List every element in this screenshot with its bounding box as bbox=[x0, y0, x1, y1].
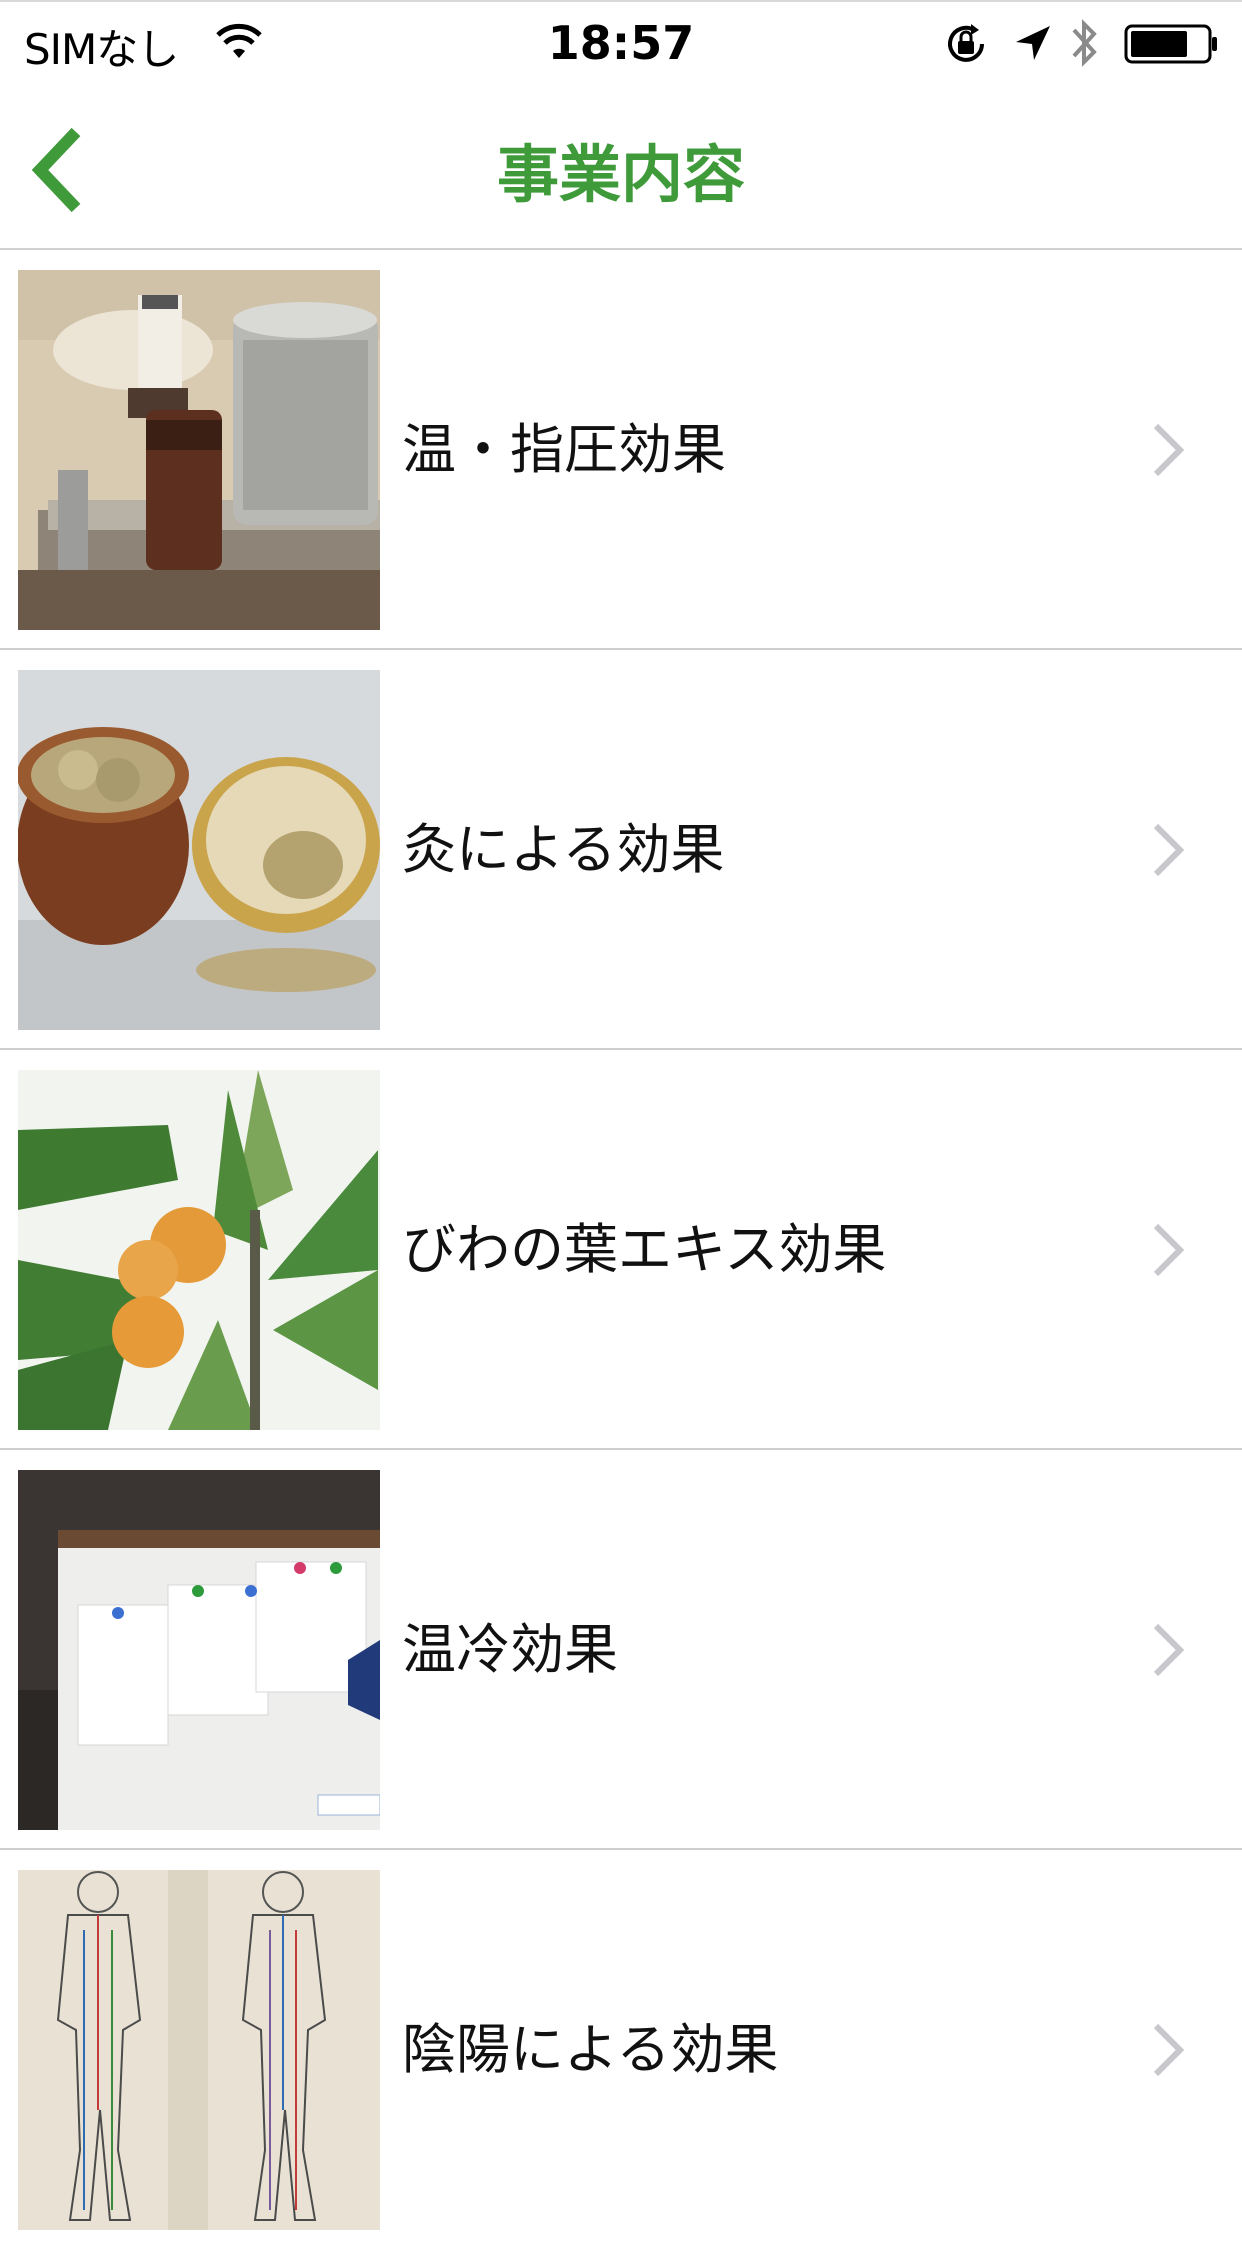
chevron-right-icon bbox=[1153, 823, 1185, 877]
list-item-label: 灸による効果 bbox=[402, 818, 725, 881]
service-list: 温・指圧効果 灸による効果 びわの葉エキス効果 温冷効果 陰陽による効果 bbox=[0, 250, 1242, 2250]
battery-icon bbox=[1124, 24, 1217, 64]
list-item-label: 温冷効果 bbox=[402, 1618, 618, 1681]
list-item[interactable]: 温冷効果 bbox=[0, 1450, 1242, 1850]
acupuncture-meridian-chart-photo bbox=[18, 1870, 380, 2230]
location-arrow-icon bbox=[1016, 26, 1050, 60]
list-item[interactable]: 灸による効果 bbox=[0, 650, 1242, 1050]
clock: 18:57 bbox=[547, 16, 695, 70]
list-item[interactable]: 陰陽による効果 bbox=[0, 1850, 1242, 2250]
navigation-bar: 事業内容 bbox=[0, 84, 1242, 250]
loquat-fruit-leaves-photo bbox=[18, 1070, 380, 1430]
chevron-right-icon bbox=[1153, 1223, 1185, 1277]
list-item[interactable]: びわの葉エキス効果 bbox=[0, 1050, 1242, 1450]
moxa-containers-photo bbox=[18, 670, 380, 1030]
orientation-lock-icon bbox=[948, 24, 984, 62]
page-title: 事業内容 bbox=[496, 138, 745, 211]
list-item[interactable]: 温・指圧効果 bbox=[0, 250, 1242, 650]
list-item-label: びわの葉エキス効果 bbox=[402, 1218, 887, 1281]
chevron-right-icon bbox=[1153, 1623, 1185, 1677]
heating-apparatus-photo bbox=[18, 270, 380, 630]
chevron-right-icon bbox=[1153, 423, 1185, 477]
list-item-label: 陰陽による効果 bbox=[402, 2018, 779, 2081]
handwritten-notes-board-photo bbox=[18, 1470, 380, 1830]
list-item-label: 温・指圧効果 bbox=[402, 418, 726, 481]
bluetooth-icon bbox=[1072, 19, 1097, 67]
status-bar: SIMなし 18:57 bbox=[0, 0, 1242, 84]
chevron-right-icon bbox=[1153, 2023, 1185, 2077]
